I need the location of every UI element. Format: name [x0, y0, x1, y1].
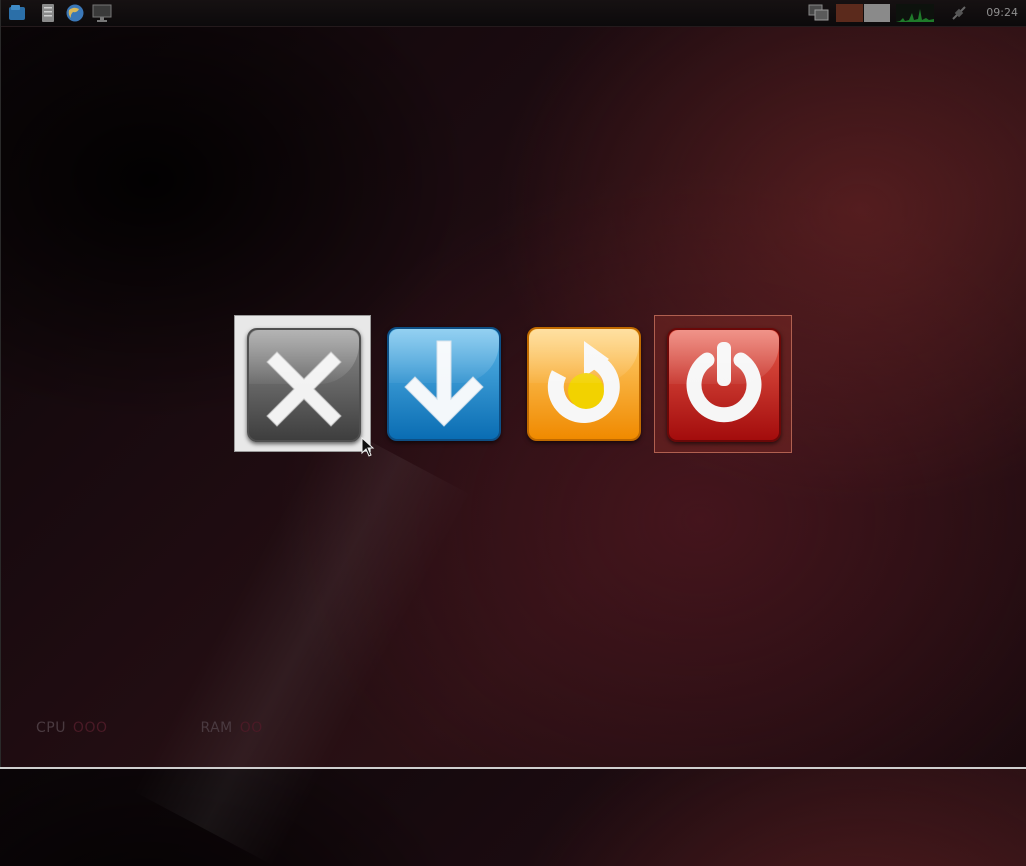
file-manager-icon[interactable]	[7, 3, 27, 23]
ram-meter: OO	[239, 720, 263, 736]
cpu-graph-icon	[896, 4, 934, 22]
cpu-meter: OOO	[72, 720, 108, 736]
workspace-1[interactable]	[836, 4, 863, 22]
screen-edge	[0, 0, 1, 769]
suspend-button[interactable]	[387, 327, 501, 441]
shutdown-button[interactable]	[654, 315, 792, 453]
reboot-button[interactable]	[527, 327, 641, 441]
cancel-tile	[247, 328, 361, 442]
window-list-icon[interactable]	[808, 4, 830, 22]
wallpaper-light-streak	[132, 420, 472, 866]
ram-label: RAM	[200, 720, 233, 736]
suspend-tile	[387, 327, 501, 441]
cancel-button[interactable]	[234, 315, 371, 452]
mouse-cursor-icon	[361, 437, 375, 457]
terminal-monitor-icon[interactable]	[92, 3, 112, 23]
workspace-2[interactable]	[864, 4, 890, 22]
system-monitor: CPU OOO RAM OO	[36, 720, 291, 736]
clock[interactable]: 09:24	[986, 6, 1018, 19]
web-browser-icon[interactable]	[65, 3, 85, 23]
shutdown-tile	[667, 328, 781, 442]
top-panel: 09:24	[0, 0, 1026, 27]
reboot-tile	[527, 327, 641, 441]
text-editor-icon[interactable]	[38, 3, 58, 23]
cpu-label: CPU	[36, 720, 66, 736]
network-plug-icon[interactable]	[950, 4, 968, 22]
